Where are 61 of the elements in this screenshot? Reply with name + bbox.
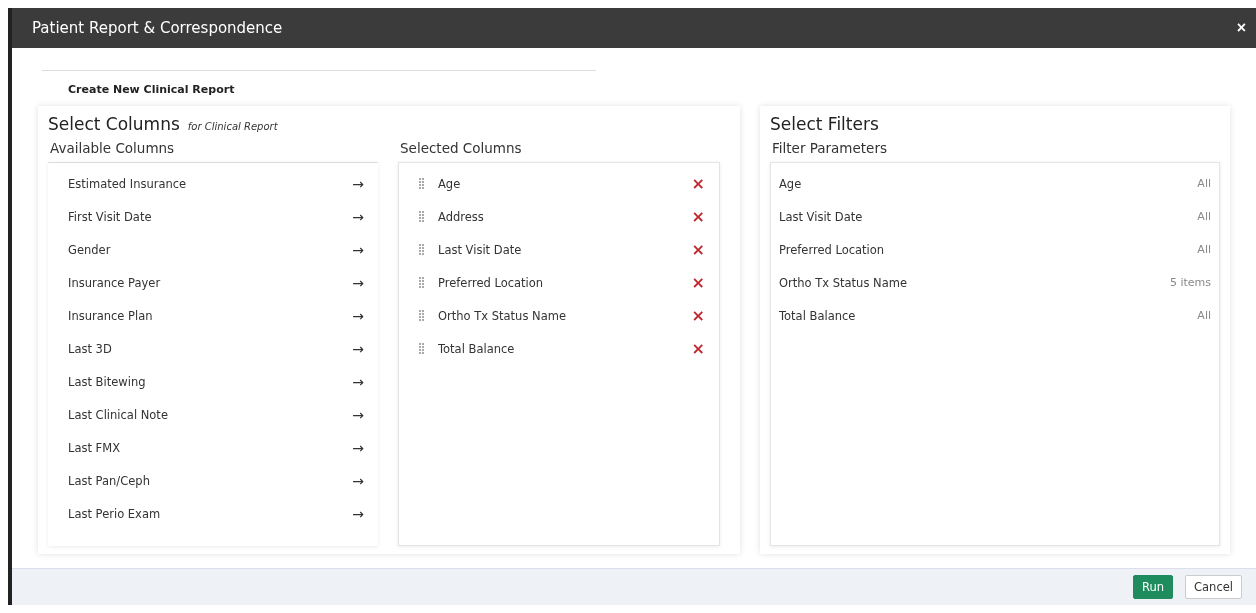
action-button[interactable]: Run xyxy=(1132,575,1174,599)
filter-value: 5 items xyxy=(1169,276,1211,289)
column-name[interactable]: First Visit Date xyxy=(68,209,353,224)
list-title: Available Columns xyxy=(50,140,176,156)
column-name[interactable]: Last Pan/Ceph xyxy=(68,473,353,488)
filter-value: All xyxy=(1197,177,1211,190)
column-name[interactable]: Last Perio Exam xyxy=(68,506,353,521)
drag-handle-icon[interactable] xyxy=(419,178,424,189)
column-name[interactable]: Last FMX xyxy=(68,440,353,455)
list-title: Selected Columns xyxy=(400,140,523,156)
section-subtitle: for Clinical Report xyxy=(187,121,278,132)
window-title: Patient Report & Correspondence xyxy=(32,19,283,37)
filter-label[interactable]: Total Balance xyxy=(779,308,1198,323)
remove-icon[interactable]: × xyxy=(691,207,705,226)
column-name[interactable]: Address xyxy=(438,209,692,224)
list-title: Filter Parameters xyxy=(772,140,888,156)
remove-icon[interactable]: × xyxy=(691,339,705,358)
filter-value: All xyxy=(1197,309,1211,322)
section-title: Select Columns xyxy=(48,114,180,134)
column-name[interactable]: Gender xyxy=(68,242,353,257)
add-arrow-icon[interactable]: → xyxy=(352,307,364,324)
section-title: Select Filters xyxy=(770,114,879,134)
drag-handle-icon[interactable] xyxy=(419,310,424,321)
add-arrow-icon[interactable]: → xyxy=(352,505,364,522)
filter-label[interactable]: Preferred Location xyxy=(779,242,1198,257)
column-name[interactable]: Total Balance xyxy=(438,341,692,356)
remove-icon[interactable]: × xyxy=(691,306,705,325)
filter-value: All xyxy=(1197,210,1211,223)
remove-icon[interactable]: × xyxy=(691,240,705,259)
drag-handle-icon[interactable] xyxy=(419,343,424,354)
add-arrow-icon[interactable]: → xyxy=(352,406,364,423)
column-name[interactable]: Last Bitewing xyxy=(68,374,353,389)
add-arrow-icon[interactable]: → xyxy=(352,175,364,192)
column-name[interactable]: Last 3D xyxy=(68,341,353,356)
report-title: Create New Clinical Report xyxy=(68,83,235,96)
add-arrow-icon[interactable]: → xyxy=(352,340,364,357)
column-name[interactable]: Preferred Location xyxy=(438,275,692,290)
add-arrow-icon[interactable]: → xyxy=(352,208,364,225)
action-button[interactable]: Cancel xyxy=(1185,575,1242,599)
drag-handle-icon[interactable] xyxy=(419,244,424,255)
close-button[interactable]: × xyxy=(1234,19,1248,37)
add-arrow-icon[interactable]: → xyxy=(352,274,364,291)
column-name[interactable]: Insurance Plan xyxy=(68,308,353,323)
column-name[interactable]: Ortho Tx Status Name xyxy=(438,308,692,323)
add-arrow-icon[interactable]: → xyxy=(352,373,364,390)
column-name[interactable]: Insurance Payer xyxy=(68,275,353,290)
column-name[interactable]: Last Visit Date xyxy=(438,242,692,257)
filter-label[interactable]: Ortho Tx Status Name xyxy=(779,275,1170,290)
filter-value: All xyxy=(1197,243,1211,256)
filter-label[interactable]: Last Visit Date xyxy=(779,209,1198,224)
column-name[interactable]: Last Clinical Note xyxy=(68,407,353,422)
drag-handle-icon[interactable] xyxy=(419,211,424,222)
drag-handle-icon[interactable] xyxy=(419,277,424,288)
filter-label[interactable]: Age xyxy=(779,176,1198,191)
column-name[interactable]: Estimated Insurance xyxy=(68,176,353,191)
column-name[interactable]: Age xyxy=(438,176,692,191)
add-arrow-icon[interactable]: → xyxy=(352,241,364,258)
remove-icon[interactable]: × xyxy=(691,273,705,292)
add-arrow-icon[interactable]: → xyxy=(352,472,364,489)
remove-icon[interactable]: × xyxy=(691,174,705,193)
add-arrow-icon[interactable]: → xyxy=(352,439,364,456)
